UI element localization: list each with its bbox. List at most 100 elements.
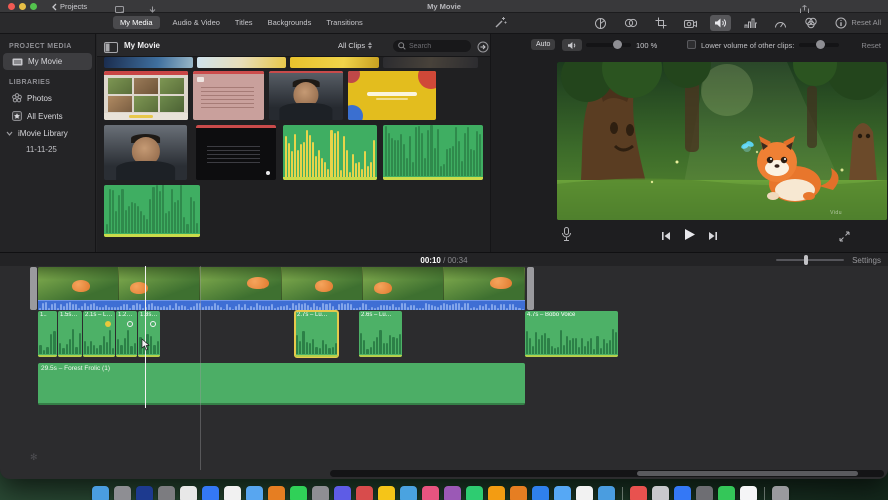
fullscreen-icon[interactable] [839, 229, 850, 247]
timeline-zoom-slider[interactable] [776, 255, 844, 265]
dock-app-icon[interactable] [466, 486, 483, 500]
volume-icon[interactable] [710, 15, 731, 31]
timeline-audio-clip[interactable]: 1.2… [116, 311, 137, 357]
dock-app-icon[interactable] [422, 486, 439, 500]
sidebar-item-imovie-library[interactable]: iMovie Library [0, 125, 95, 142]
dock-app-icon[interactable] [202, 486, 219, 500]
video-clip-filmstrip[interactable] [38, 267, 525, 300]
playhead[interactable] [145, 266, 146, 408]
dock-app-icon[interactable] [312, 486, 329, 500]
media-thumbnail-audio[interactable] [283, 125, 377, 180]
timeline-settings-button[interactable]: Settings [852, 256, 881, 265]
lower-volume-checkbox[interactable] [687, 40, 696, 49]
media-thumbnail-audio[interactable] [383, 125, 483, 180]
dock-app-icon[interactable] [356, 486, 373, 500]
tab-backgrounds[interactable]: Backgrounds [266, 16, 314, 29]
dock-app-icon[interactable] [246, 486, 263, 500]
dock-app-icon[interactable] [532, 486, 549, 500]
reset-all-button[interactable]: Reset All [851, 18, 881, 27]
dock-app-icon[interactable] [554, 486, 571, 500]
dock-app-icon[interactable] [510, 486, 527, 500]
sidebar-item-event-date[interactable]: 11-11-25 [0, 142, 95, 157]
dock-app-icon[interactable] [576, 486, 593, 500]
timeline-audio-clip[interactable]: 1.. [38, 311, 57, 357]
dock-app-icon[interactable] [180, 486, 197, 500]
sidebar-item-label: My Movie [28, 57, 63, 66]
dock-app-icon[interactable] [92, 486, 109, 500]
sidebar-item-my-movie[interactable]: My Movie [3, 53, 92, 70]
lower-volume-slider[interactable] [799, 40, 839, 49]
circled-arrow-icon[interactable] [477, 40, 489, 58]
background-music-clip[interactable]: 29.5s – Forest Frolic (1) [38, 363, 525, 405]
stabilization-icon[interactable] [680, 15, 701, 31]
color-balance-icon[interactable] [590, 15, 611, 31]
media-thumbnail-webcam[interactable] [269, 71, 343, 120]
previous-frame-button[interactable] [661, 228, 671, 246]
media-thumbnail-promo[interactable] [348, 71, 436, 120]
dock-app-icon[interactable] [378, 486, 395, 500]
media-thumbnail[interactable] [197, 57, 286, 68]
dock-app-icon[interactable] [598, 486, 615, 500]
mute-button[interactable] [562, 39, 582, 51]
media-thumbnail-document[interactable] [193, 71, 264, 120]
dock-app-icon[interactable] [224, 486, 241, 500]
dock-app-icon[interactable] [268, 486, 285, 500]
dock-app-icon[interactable] [290, 486, 307, 500]
color-correction-icon[interactable] [620, 15, 641, 31]
sidebar-toggle-icon[interactable] [104, 40, 118, 58]
sidebar-item-all-events[interactable]: All Events [0, 107, 95, 125]
scrollbar-thumb[interactable] [637, 471, 858, 476]
speed-icon[interactable] [770, 15, 791, 31]
dock-app-icon[interactable] [114, 486, 131, 500]
timeline-audio-clip[interactable]: 1.5s… [58, 311, 82, 357]
dock-app-icon[interactable] [488, 486, 505, 500]
media-thumbnail[interactable] [290, 57, 379, 68]
noise-reduction-icon[interactable] [740, 15, 761, 31]
dock-app-icon[interactable] [334, 486, 351, 500]
tab-audio-video[interactable]: Audio & Video [171, 16, 222, 29]
dock-app-icon[interactable] [740, 486, 757, 500]
timeline-audio-clip[interactable]: 2.6s – Lu… [359, 311, 402, 357]
search-field[interactable] [393, 40, 471, 52]
next-frame-button[interactable] [708, 228, 718, 246]
media-thumbnail-audio[interactable] [104, 185, 200, 237]
media-thumbnail-screen-recording[interactable] [196, 125, 276, 180]
timeline-audio-clip[interactable]: 2.7s – Lu… [294, 310, 339, 358]
dock-app-icon[interactable] [136, 486, 153, 500]
dock-app-icon[interactable] [158, 486, 175, 500]
media-thumbnail[interactable] [104, 57, 193, 68]
media-thumbnail-webcam[interactable] [104, 125, 187, 180]
dock-app-icon[interactable] [652, 486, 669, 500]
reset-button[interactable]: Reset [861, 41, 881, 50]
enhance-wand-icon[interactable] [494, 16, 507, 34]
horizontal-scrollbar[interactable] [330, 470, 884, 477]
clip-info-icon[interactable] [830, 15, 851, 31]
trim-handle-right[interactable] [527, 267, 534, 310]
search-input[interactable] [409, 42, 466, 50]
dock-app-icon[interactable] [444, 486, 461, 500]
tab-titles[interactable]: Titles [233, 16, 255, 29]
play-button[interactable] [683, 228, 696, 246]
zoom-slider-knob[interactable] [804, 255, 808, 265]
dock-app-icon[interactable] [630, 486, 647, 500]
viewer-video[interactable] [557, 62, 887, 220]
dock-app-icon[interactable] [772, 486, 789, 500]
dock-app-icon[interactable] [674, 486, 691, 500]
auto-volume-button[interactable]: Auto [531, 39, 556, 50]
dock-app-icon[interactable] [696, 486, 713, 500]
dock-app-icon[interactable] [718, 486, 735, 500]
media-thumbnail[interactable] [383, 57, 478, 68]
tab-transitions[interactable]: Transitions [324, 16, 364, 29]
tab-my-media[interactable]: My Media [113, 16, 160, 29]
video-clip-audio-track[interactable] [38, 300, 525, 310]
trim-handle-left[interactable] [30, 267, 37, 310]
clips-filter-dropdown[interactable]: All Clips [338, 41, 373, 50]
sidebar-item-photos[interactable]: Photos [0, 89, 95, 107]
volume-slider[interactable] [586, 40, 631, 49]
media-thumbnail-collage[interactable] [104, 71, 188, 120]
clip-filter-icon[interactable] [800, 15, 821, 31]
dock-app-icon[interactable] [400, 486, 417, 500]
timeline-audio-clip[interactable]: 4.7s – Bobo Voice [525, 311, 618, 357]
crop-icon[interactable] [650, 15, 671, 31]
timeline-audio-clip[interactable]: 2.1s – L… [83, 311, 115, 357]
